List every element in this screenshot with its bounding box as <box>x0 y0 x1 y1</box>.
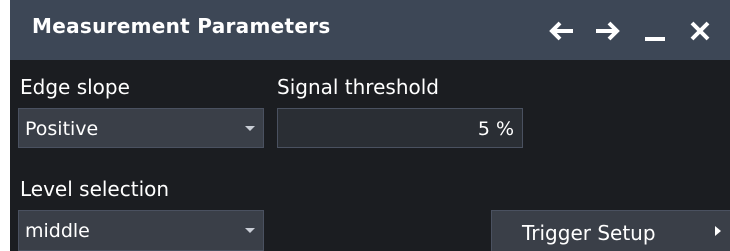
dialog-titlebar[interactable]: Measurement Parameters <box>10 0 730 60</box>
level-selection-dropdown[interactable]: middle <box>18 210 264 251</box>
chevron-down-icon <box>245 228 255 233</box>
forward-button[interactable] <box>590 16 624 46</box>
minimize-button[interactable] <box>639 16 673 46</box>
chevron-right-icon <box>715 226 721 236</box>
arrow-right-icon <box>596 21 620 41</box>
back-button[interactable] <box>545 16 579 46</box>
measurement-parameters-dialog: Measurement Parameters Edge slope Positi… <box>10 0 730 251</box>
signal-threshold-label: Signal threshold <box>277 75 439 99</box>
minimize-icon <box>645 37 665 41</box>
edge-slope-label: Edge slope <box>20 75 130 99</box>
close-icon <box>690 21 710 41</box>
edge-slope-dropdown[interactable]: Positive <box>18 108 264 148</box>
trigger-setup-button[interactable]: Trigger Setup <box>491 210 730 251</box>
level-selection-value: middle <box>25 220 90 242</box>
edge-slope-value: Positive <box>25 118 99 140</box>
trigger-setup-label: Trigger Setup <box>522 221 656 245</box>
level-selection-label: Level selection <box>20 177 170 201</box>
chevron-down-icon <box>245 126 255 131</box>
close-button[interactable] <box>683 16 717 46</box>
signal-threshold-input[interactable]: 5 % <box>277 108 523 148</box>
signal-threshold-value: 5 % <box>477 118 514 140</box>
dialog-title: Measurement Parameters <box>32 14 331 38</box>
arrow-left-icon <box>549 21 573 41</box>
